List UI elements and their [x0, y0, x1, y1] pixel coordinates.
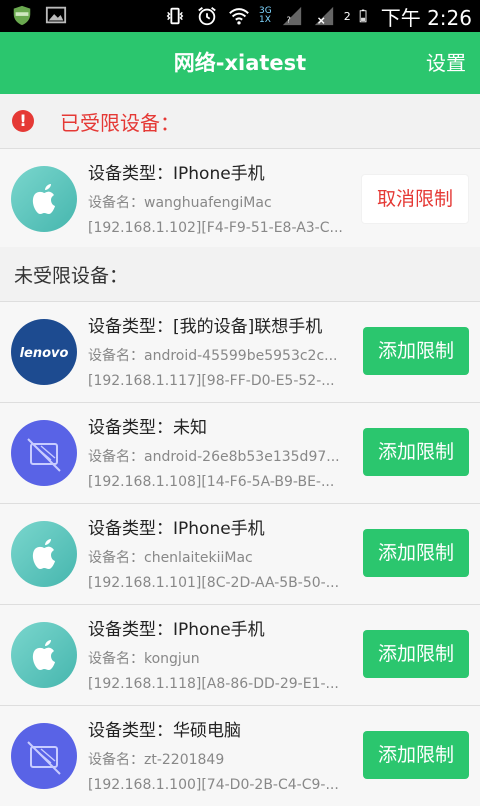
- device-address: [192.168.1.100][74-D0-2B-C4-C9-...: [88, 777, 339, 793]
- svg-text:?: ?: [286, 14, 290, 24]
- add-restriction-button[interactable]: 添加限制: [363, 428, 469, 476]
- lenovo-logo: lenovo: [11, 319, 77, 385]
- title-bar: 网络-xiatest 设置: [0, 32, 480, 94]
- device-address: [192.168.1.117][98-FF-D0-E5-52-...: [88, 373, 335, 389]
- sim-badge: 2: [343, 9, 351, 23]
- device-name: 设备名：chenlaitekiiMac: [88, 550, 253, 566]
- device-address: [192.168.1.102][F4-F9-51-E8-A3-C...: [88, 220, 343, 236]
- unrestricted-header-label: 未受限设备：: [14, 264, 129, 287]
- device-address: [192.168.1.118][A8-86-DD-29-E1-...: [88, 676, 339, 692]
- unknown-device-icon: [11, 420, 77, 486]
- unknown-device-icon: [11, 723, 77, 789]
- restricted-device-row[interactable]: 设备类型：IPhone手机 设备名：wanghuafengiMac [192.1…: [0, 148, 480, 249]
- device-type: 设备类型：IPhone手机: [88, 620, 265, 640]
- page-title: 网络-xiatest: [173, 51, 307, 75]
- settings-button[interactable]: 设置: [426, 32, 466, 94]
- svg-text:lenovo: lenovo: [20, 346, 69, 361]
- device-name: 设备名：android-45599be5953c2c...: [88, 348, 338, 364]
- status-right-icons: 3G 1X ? 2 下午 2:26: [163, 0, 472, 32]
- shield-app-icon: [13, 5, 31, 26]
- remove-restriction-button[interactable]: 取消限制: [361, 174, 469, 224]
- battery-icon: [359, 9, 367, 23]
- wifi-icon: [229, 8, 249, 25]
- alarm-icon: [198, 7, 216, 26]
- unrestricted-section-header: 未受限设备：: [0, 247, 480, 301]
- status-left-icons: [10, 4, 68, 26]
- apple-icon: [11, 521, 77, 587]
- device-type: 设备类型：[我的设备]联想手机: [88, 317, 323, 337]
- device-name: 设备名：zt-2201849: [88, 752, 225, 768]
- device-type: 设备类型：IPhone手机: [88, 164, 265, 184]
- status-bar: 3G 1X ? 2 下午 2:26: [0, 0, 480, 32]
- device-name: 设备名：wanghuafengiMac: [88, 195, 272, 211]
- status-time: 下午 2:26: [380, 5, 472, 30]
- add-restriction-button[interactable]: 添加限制: [363, 327, 469, 375]
- unrestricted-device-row[interactable]: lenovo 设备类型：[我的设备]联想手机 设备名：android-45599…: [0, 301, 480, 402]
- unrestricted-device-row[interactable]: 设备类型：IPhone手机 设备名：kongjun [192.168.1.118…: [0, 604, 480, 705]
- alert-icon: !: [12, 110, 34, 132]
- device-name: 设备名：kongjun: [88, 651, 200, 667]
- device-type: 设备类型：华硕电脑: [88, 721, 241, 741]
- unrestricted-device-row[interactable]: 设备类型：未知 设备名：android-26e8b53e135d97... [1…: [0, 402, 480, 503]
- device-address: [192.168.1.108][14-F6-5A-B9-BE-...: [88, 474, 335, 490]
- restricted-header-label: 已受限设备：: [60, 110, 180, 135]
- image-icon: [45, 6, 67, 24]
- device-type: 设备类型：IPhone手机: [88, 519, 265, 539]
- add-restriction-button[interactable]: 添加限制: [363, 529, 469, 577]
- apple-icon: [11, 166, 77, 232]
- add-restriction-button[interactable]: 添加限制: [363, 630, 469, 678]
- device-type: 设备类型：未知: [88, 418, 207, 438]
- restricted-section-header: ! 已受限设备：: [0, 94, 480, 148]
- mobile-data-indicator: 3G 1X: [259, 6, 272, 25]
- device-address: [192.168.1.101][8C-2D-AA-5B-50-...: [88, 575, 340, 591]
- device-name: 设备名：android-26e8b53e135d97...: [88, 449, 340, 465]
- signal-icon: ?: [282, 6, 301, 26]
- add-restriction-button[interactable]: 添加限制: [363, 731, 469, 779]
- vibrate-icon: [166, 7, 184, 25]
- apple-icon: [11, 622, 77, 688]
- signal-sim2-icon: [314, 6, 333, 26]
- unrestricted-device-row[interactable]: 设备类型：IPhone手机 设备名：chenlaitekiiMac [192.1…: [0, 503, 480, 604]
- unrestricted-device-row[interactable]: 设备类型：华硕电脑 设备名：zt-2201849 [192.168.1.100]…: [0, 705, 480, 806]
